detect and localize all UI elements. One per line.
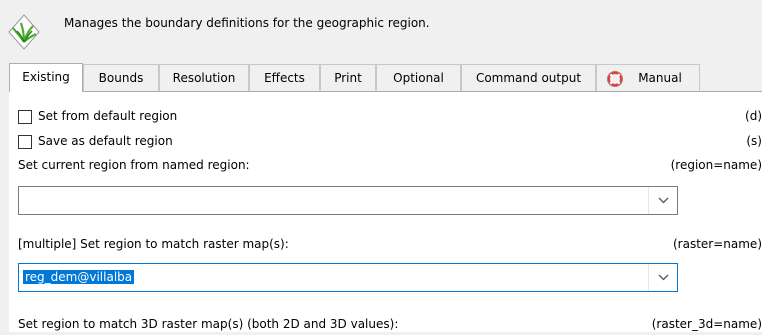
tab-optional[interactable]: Optional [376,64,461,91]
chevron-down-icon [658,274,669,281]
region-name-row: Set current region from named region: (r… [18,156,762,176]
chevron-down-icon [658,197,669,204]
raster-dropdown-button[interactable] [648,264,677,291]
set-default-label[interactable]: Set from default region [38,109,177,123]
save-default-checkbox[interactable] [18,135,32,149]
tab-label: Bounds [98,71,144,85]
save-default-label[interactable]: Save as default region [38,134,173,148]
region-name-label: Set current region from named region: [18,158,250,172]
tab-label: Manual [638,71,682,85]
tab-resolution[interactable]: Resolution [159,64,249,91]
tab-label: Effects [264,71,305,85]
tab-existing[interactable]: Existing [9,63,83,92]
raster3d-row: Set region to match 3D raster map(s) (bo… [18,315,762,335]
raster-value[interactable]: reg_dem@villalba [23,270,135,284]
region-name-dropdown-button[interactable] [648,187,677,214]
module-header: Manages the boundary definitions for the… [0,0,762,56]
tab-panel-existing: Set from default region (d) Save as defa… [9,91,762,332]
tab-label: Existing [22,70,70,84]
set-default-checkbox[interactable] [18,110,32,124]
option-set-default: Set from default region (d) [18,107,762,127]
option-save-default: Save as default region (s) [18,132,762,152]
region-name-combobox[interactable] [18,186,678,215]
region-name-param: (region=name) [670,158,762,172]
grass-logo-icon [8,14,40,50]
tab-bounds[interactable]: Bounds [83,64,159,91]
tab-effects[interactable]: Effects [249,64,320,91]
raster-row: [multiple] Set region to match raster ma… [18,235,762,255]
set-default-flag: (d) [745,109,762,123]
save-default-flag: (s) [746,134,762,148]
raster3d-label: Set region to match 3D raster map(s) (bo… [18,317,399,331]
raster-label: [multiple] Set region to match raster ma… [18,237,289,251]
tab-label: Optional [393,71,444,85]
tab-print[interactable]: Print [320,64,376,91]
raster-param: (raster=name) [672,237,762,251]
tab-label: Command output [475,71,582,85]
tab-label: Print [334,71,362,85]
lifebuoy-icon [607,71,623,87]
raster3d-param: (raster_3d=name) [651,317,762,331]
tab-manual[interactable]: Manual [596,64,700,91]
tab-command-output[interactable]: Command output [461,64,596,91]
module-description: Manages the boundary definitions for the… [64,16,430,30]
raster-combobox[interactable]: reg_dem@villalba [18,263,678,292]
tab-label: Resolution [172,71,236,85]
